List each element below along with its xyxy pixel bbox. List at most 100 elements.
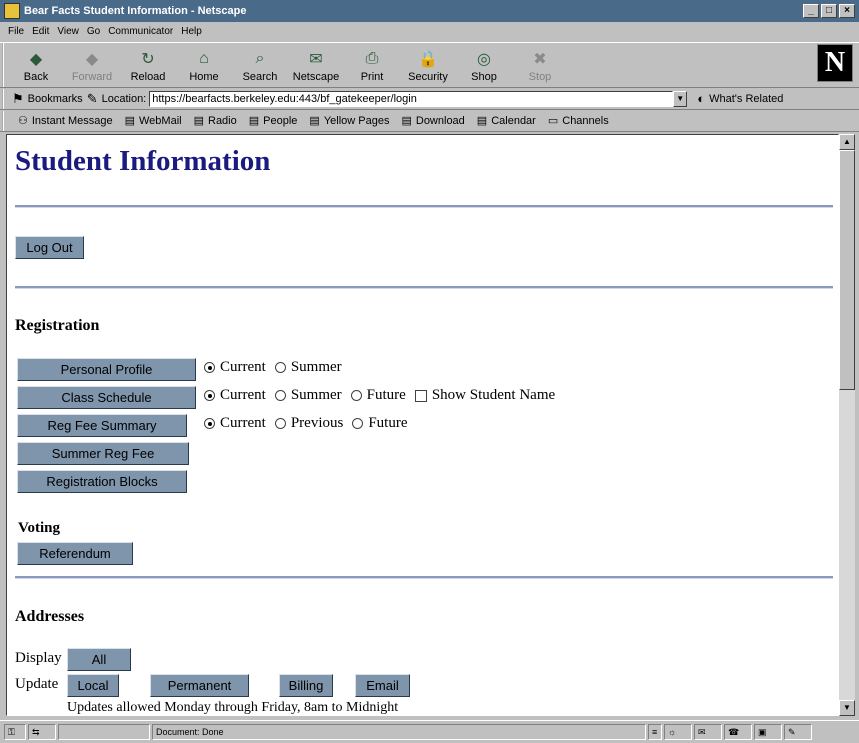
toolbar-reload-button[interactable]: ↻ Reload: [120, 43, 176, 87]
discussions-icon[interactable]: ☎: [724, 724, 752, 740]
url-dropdown-button[interactable]: ▼: [673, 90, 688, 107]
toolbar-button-label: Print: [360, 71, 384, 83]
toolbar-netscape-button[interactable]: ✉ Netscape: [288, 43, 344, 87]
whats-related-icon[interactable]: ◐: [697, 91, 705, 106]
toolbar-search-button[interactable]: ⌕ Search: [232, 43, 288, 87]
menu-communicator[interactable]: Communicator: [108, 26, 173, 37]
window-controls: _ □ ×: [803, 4, 855, 18]
personal-item-webmail[interactable]: ▤ WebMail: [125, 114, 182, 128]
netscape-icon: ✉: [309, 51, 323, 68]
personal-profile-button[interactable]: Personal Profile: [17, 358, 196, 381]
toolbar-button-label: Netscape: [292, 71, 340, 83]
update-billing-button[interactable]: Billing: [279, 674, 333, 697]
display-all-button[interactable]: All: [67, 648, 131, 671]
divider: [15, 576, 833, 579]
reg-fee-current-radio[interactable]: [204, 418, 215, 429]
personal-item-calendar[interactable]: ▤ Calendar: [477, 114, 536, 128]
personal-item-download[interactable]: ▤ Download: [401, 114, 464, 128]
personal-item-instant-message[interactable]: ⚇ Instant Message: [18, 114, 113, 128]
toolbar-home-button[interactable]: ⌂ Home: [176, 43, 232, 87]
security-lock-icon[interactable]: ⚿: [4, 724, 26, 740]
reg-fee-previous-radio[interactable]: [274, 418, 286, 429]
whats-related-button[interactable]: What's Related: [709, 93, 783, 105]
toolbar-forward-button[interactable]: ◆ Forward: [64, 43, 120, 87]
page-title: Student Information: [15, 145, 271, 177]
toolbar-back-button[interactable]: ◆ Back: [8, 43, 64, 87]
menu-help[interactable]: Help: [181, 26, 202, 37]
class-schedule-options: Current Summer Future Show Student Name: [204, 387, 564, 404]
forward-icon: ◆: [85, 51, 99, 68]
menu-file[interactable]: File: [8, 26, 24, 37]
update-email-button[interactable]: Email: [355, 674, 410, 697]
summer-reg-fee-button[interactable]: Summer Reg Fee: [17, 442, 189, 465]
location-icon[interactable]: ✎: [87, 91, 98, 107]
update-local-button[interactable]: Local: [67, 674, 119, 697]
toolbar-shop-button[interactable]: ◎ Shop: [456, 43, 512, 87]
netscape-logo[interactable]: N: [817, 44, 853, 82]
search-icon: ⌕: [255, 50, 265, 67]
url-input[interactable]: https://bearfacts.berkeley.edu:443/bf_ga…: [149, 90, 674, 107]
reg-fee-summary-button[interactable]: Reg Fee Summary: [17, 414, 187, 437]
class-schedule-summer-radio[interactable]: [274, 390, 286, 401]
option-label: Current: [220, 359, 266, 375]
personal-toolbar: ⚇ Instant Message ▤ WebMail ▤ Radio ▤ People ▤ Ye…: [0, 110, 859, 132]
personal-item-label: Yellow Pages: [323, 114, 390, 127]
class-schedule-future-radio[interactable]: [350, 390, 362, 401]
scroll-thumb[interactable]: [839, 150, 855, 390]
referendum-button[interactable]: Referendum: [17, 542, 133, 565]
component-bar-icon[interactable]: ✎: [784, 724, 812, 740]
connection-icon: ⇆: [28, 724, 56, 740]
netscape-app-icon: [4, 3, 20, 19]
toolbar-print-button[interactable]: ⎙ Print: [344, 43, 400, 87]
toolbar-button-label: Reload: [130, 71, 166, 83]
personal-profile-summer-radio[interactable]: [274, 362, 286, 373]
registration-blocks-button[interactable]: Registration Blocks: [17, 470, 187, 493]
class-schedule-current-radio[interactable]: [204, 390, 215, 401]
toolbar-button-label: Shop: [471, 71, 497, 83]
scroll-down-button[interactable]: ▼: [839, 700, 855, 716]
toolbar-stop-button[interactable]: ✖ Stop: [512, 43, 568, 87]
personal-item-channels[interactable]: ▭ Channels: [548, 114, 609, 128]
bookmark-page-icon: ⚇: [18, 115, 28, 127]
composer-icon[interactable]: ▣: [754, 724, 782, 740]
personal-profile-current-radio[interactable]: [204, 362, 215, 373]
addresses-heading: Addresses: [15, 608, 85, 625]
option-label: Current: [220, 387, 266, 403]
maximize-button[interactable]: □: [821, 4, 837, 18]
menu-go[interactable]: Go: [87, 26, 100, 37]
bookmarks-button[interactable]: Bookmarks: [28, 93, 83, 105]
show-student-name-checkbox[interactable]: [414, 389, 427, 402]
navigator-icon[interactable]: ☼: [664, 724, 692, 740]
bookmarks-icon[interactable]: ⚑: [12, 91, 24, 107]
personal-item-label: People: [263, 114, 298, 127]
log-out-button[interactable]: Log Out: [15, 236, 84, 259]
menu-bar: File Edit View Go Communicator Help: [0, 22, 859, 40]
menu-edit[interactable]: Edit: [32, 26, 49, 37]
personal-item-people[interactable]: ▤ People: [249, 114, 298, 128]
option-label: Current: [220, 415, 266, 431]
close-button[interactable]: ×: [839, 4, 855, 18]
menu-view[interactable]: View: [57, 26, 79, 37]
mail-icon[interactable]: ✉: [694, 724, 722, 740]
toolbar-security-button[interactable]: 🔒 Security: [400, 43, 456, 87]
option-label: Summer: [290, 387, 342, 403]
personal-item-radio[interactable]: ▤ Radio: [194, 114, 237, 128]
toolbar-button-label: Search: [242, 71, 278, 83]
personal-item-yellow-pages[interactable]: ▤ Yellow Pages: [309, 114, 390, 128]
minimize-button[interactable]: _: [803, 4, 819, 18]
toolbar-button-label: Home: [189, 71, 219, 83]
vertical-scrollbar[interactable]: ▲ ▼: [839, 134, 855, 716]
bookmark-page-icon: ▤: [309, 115, 320, 127]
class-schedule-button[interactable]: Class Schedule: [17, 386, 196, 409]
status-bar: ⚿ ⇆ Document: Done ≡ ☼ ✉ ☎ ▣ ✎: [0, 720, 859, 743]
scroll-up-button[interactable]: ▲: [839, 134, 855, 150]
location-grip[interactable]: [2, 88, 8, 109]
personal-grip[interactable]: [2, 110, 8, 131]
update-permanent-button[interactable]: Permanent: [150, 674, 249, 697]
status-divider-icon: ≡: [648, 724, 662, 740]
toolbar-button-label: Stop: [528, 71, 552, 83]
reg-fee-future-radio[interactable]: [352, 418, 364, 429]
option-label: Future: [368, 415, 408, 431]
page-content: Student Information Log Out Registration…: [6, 134, 839, 716]
registration-heading: Registration: [15, 317, 100, 334]
